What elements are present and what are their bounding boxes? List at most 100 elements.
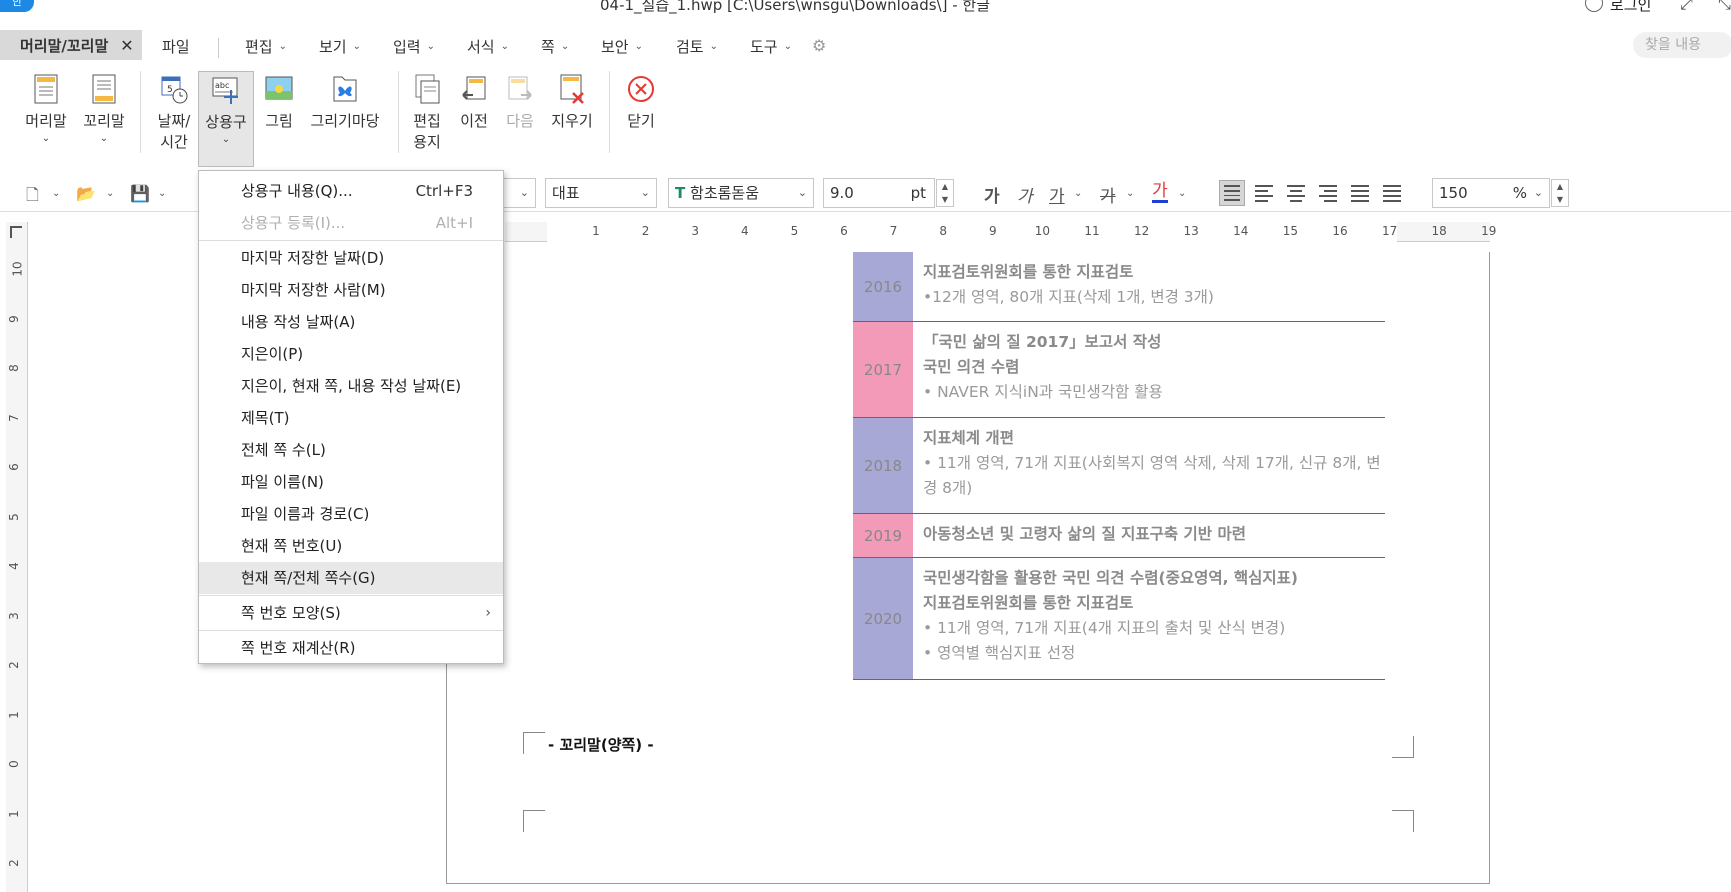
content-line: 아동청소년 및 고령자 삶의 질 지표구축 기반 마련	[923, 525, 1246, 543]
autotext-icon: abc	[212, 77, 238, 104]
font-size-unit: pt	[910, 184, 926, 202]
content-line: 「국민 삶의 질 2017」보고서 작성	[923, 333, 1162, 351]
justify-button[interactable]	[1219, 180, 1245, 206]
chevron-down-icon: ⌄	[634, 41, 643, 52]
close-tab-icon[interactable]: ✕	[120, 36, 133, 55]
dropdown-item-label: 파일 이름과 경로(C)	[241, 505, 370, 523]
window-title: 04-1_실습_1.hwp [C:\Users\wnsgu\Downloads\…	[600, 0, 991, 14]
dropdown-item[interactable]: 쪽 번호 모양(S) ›	[199, 597, 503, 629]
autotext-button[interactable]: abc 상용구 ⌄	[198, 71, 254, 167]
dropdown-item[interactable]: 지은이, 현재 쪽, 내용 작성 날짜(E)	[199, 370, 503, 402]
picture-button[interactable]: 그림	[259, 73, 299, 132]
ruler-number: 1	[592, 224, 600, 238]
ruler-number: 0	[6, 760, 21, 768]
dropdown-item[interactable]: 현재 쪽 번호(U)	[199, 530, 503, 562]
content-cell: 국민생각함을 활용한 국민 의견 수렴(중요영역, 핵심지표) 지표검토위원회를 …	[923, 566, 1383, 666]
italic-button[interactable]: 가	[1017, 182, 1033, 207]
close-button[interactable]: 닫기	[621, 73, 661, 132]
dropdown-item[interactable]: 내용 작성 날짜(A)	[199, 306, 503, 338]
login-button[interactable]: 로그인	[1610, 0, 1651, 15]
dropdown-item[interactable]: 상용구 등록(I)... Alt+I	[199, 207, 503, 239]
next-button[interactable]: 다음	[502, 73, 538, 132]
dropdown-item[interactable]: 제목(T)	[199, 402, 503, 434]
underline-button[interactable]: 가	[1049, 182, 1065, 207]
menu-file[interactable]: 파일	[162, 36, 190, 57]
ruler-number: 14	[1233, 224, 1249, 238]
svg-text:5: 5	[167, 85, 173, 95]
header-button[interactable]: 머리말 ⌄	[22, 73, 70, 146]
search-input[interactable]: 찾을 내용	[1633, 32, 1731, 58]
hwp-app-icon[interactable]: 한	[0, 0, 34, 12]
ruler-number: 7	[6, 413, 21, 422]
menu-insert[interactable]: 입력 ⌄	[393, 36, 435, 57]
chevron-down-icon[interactable]: ⌄	[1178, 188, 1186, 199]
next-label: 다음	[506, 112, 534, 130]
open-folder-icon[interactable]: 📂	[76, 184, 96, 203]
dropdown-item[interactable]: 마지막 저장한 사람(M)	[199, 274, 503, 306]
dropdown-item-label: 제목(T)	[241, 409, 290, 427]
chevron-down-icon[interactable]: ⌄	[158, 188, 166, 199]
split-align-button[interactable]	[1379, 180, 1405, 206]
zoom-input[interactable]: 150% ⌄ ▲ ▼	[1432, 178, 1569, 208]
new-document-icon[interactable]: 🗋	[26, 184, 39, 211]
font-size-stepper[interactable]: ▲ ▼	[936, 179, 954, 207]
font-color-button[interactable]: 가	[1152, 182, 1168, 203]
dropdown-item[interactable]: 파일 이름(N)	[199, 466, 503, 498]
margin-guide	[1392, 810, 1414, 832]
menu-view[interactable]: 보기 ⌄	[319, 36, 361, 57]
chevron-down-icon[interactable]: ⌄	[1126, 188, 1134, 199]
save-icon[interactable]: 💾	[130, 184, 150, 203]
next-icon	[508, 76, 532, 100]
dropdown-item[interactable]: 상용구 내용(Q)... Ctrl+F3	[199, 175, 503, 207]
chevron-down-icon[interactable]: ⌄	[1074, 188, 1082, 199]
content-line: 지표검토위원회를 통한 지표검토	[923, 594, 1134, 612]
dropdown-item[interactable]: 파일 이름과 경로(C)	[199, 498, 503, 530]
align-right-button[interactable]	[1315, 180, 1341, 206]
ruler-text-area	[547, 222, 1397, 242]
datetime-button[interactable]: 5 날짜/ 시간	[150, 73, 198, 153]
dropdown-item[interactable]: 쪽 번호 재계산(R)	[199, 632, 503, 664]
delete-button[interactable]: 지우기	[548, 73, 596, 132]
ruler-corner-icon[interactable]	[10, 226, 22, 238]
style-select[interactable]: 대표 ⌄	[545, 178, 657, 208]
menu-format[interactable]: 서식 ⌄	[467, 36, 509, 57]
footer-content[interactable]: - 꼬리말(양쪽) -	[548, 734, 654, 755]
menu-page[interactable]: 쪽 ⌄	[541, 36, 569, 57]
drawing-button[interactable]: 그리기마당	[306, 73, 384, 132]
edit-paper-label: 편집 용지	[413, 112, 441, 151]
font-value: 함초롬돋움	[690, 184, 760, 202]
horizontal-ruler: 1 2 3 4 5 6 7 8 9 10 11 12 13 14 15 16 17 18 19	[505, 222, 1496, 242]
dropdown-item[interactable]: 전체 쪽 수(L)	[199, 434, 503, 466]
tab-header-footer[interactable]: 머리말/꼬리말 ✕	[0, 30, 142, 60]
align-center-button[interactable]	[1283, 180, 1309, 206]
menu-security-label: 보안	[601, 38, 629, 56]
minimize-ribbon-icon[interactable]: ⤡	[1718, 0, 1731, 14]
menu-review[interactable]: 검토 ⌄	[676, 36, 718, 57]
ruler-number: 7	[889, 224, 898, 238]
menu-divider	[218, 38, 219, 58]
expand-icon[interactable]: ⤢	[1680, 0, 1693, 14]
edit-paper-button[interactable]: 편집 용지	[406, 73, 448, 153]
align-left-button[interactable]	[1251, 180, 1277, 206]
distribute-button[interactable]	[1347, 180, 1373, 206]
strikethrough-button[interactable]: 가	[1100, 182, 1116, 207]
menu-edit[interactable]: 편집 ⌄	[245, 36, 287, 57]
dropdown-item[interactable]: 현재 쪽/전체 쪽수(G)	[199, 562, 503, 594]
font-select[interactable]: T 함초롬돋움 ⌄	[668, 178, 814, 208]
footer-button[interactable]: 꼬리말 ⌄	[80, 73, 128, 146]
menu-security[interactable]: 보안 ⌄	[601, 36, 643, 57]
bold-button[interactable]: 가	[984, 182, 1000, 207]
style-group-combo[interactable]: ⌄	[500, 178, 536, 208]
menu-tools[interactable]: 도구 ⌄	[750, 36, 792, 57]
chevron-down-icon[interactable]: ⌄	[106, 188, 114, 199]
dropdown-item[interactable]: 마지막 저장한 날짜(D)	[199, 242, 503, 274]
prev-button[interactable]: 이전	[456, 73, 492, 132]
chevron-down-icon[interactable]: ⌄	[52, 188, 60, 199]
customize-icon[interactable]: ⚙	[812, 36, 826, 55]
dropdown-item[interactable]: 지은이(P)	[199, 338, 503, 370]
user-icon[interactable]	[1585, 0, 1603, 12]
margin-guide	[523, 810, 545, 832]
zoom-stepper[interactable]: ▲ ▼	[1551, 179, 1569, 207]
font-size-input[interactable]: 9.0 pt ▲ ▼	[823, 178, 954, 208]
ruler-number: 9	[6, 314, 21, 323]
